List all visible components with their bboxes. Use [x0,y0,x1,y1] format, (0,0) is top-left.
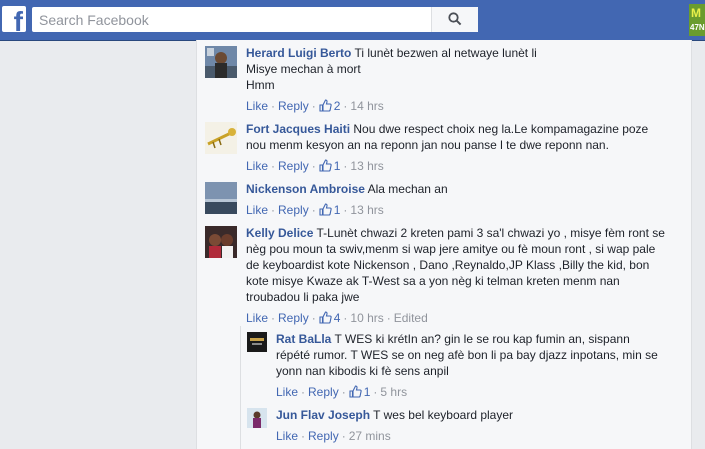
timestamp[interactable]: 13 hrs [350,159,383,173]
like-link[interactable]: Like [246,99,268,113]
thumbs-up-icon[interactable] [319,311,332,324]
comment-text: Ti lunèt bezwen al netwaye lunèt li [354,46,537,60]
timestamp[interactable]: 10 hrs [350,311,383,325]
thumbs-up-icon[interactable] [319,203,332,216]
edited-label[interactable]: Edited [394,311,428,325]
timestamp[interactable]: 5 hrs [380,385,407,399]
comment-text: T wes bel keyboard player [373,408,514,422]
comment-body: Rat BaLla T WES ki krétIn an? gin le se … [276,331,684,379]
like-link[interactable]: Like [246,159,268,173]
reply-link[interactable]: Reply [278,311,309,325]
comment-body: Nickenson Ambroise Ala mechan an [246,181,683,197]
comment-author[interactable]: Herard Luigi Berto [246,46,351,60]
comment-text: kote misye Kwaze ak T-West sa a yon nèg … [246,274,620,288]
avatar[interactable] [247,332,267,352]
comment-text: T WES ki krétIn an? gin le se rou kap fu… [334,332,630,346]
timestamp[interactable]: 13 hrs [350,203,383,217]
comment-author[interactable]: Nickenson Ambroise [246,182,365,196]
reply-link[interactable]: Reply [308,385,339,399]
comment-text: de keyboardist kote Nickenson , Dano ,Re… [246,258,650,272]
like-link[interactable]: Like [276,429,298,443]
comment-body: Herard Luigi Berto Ti lunèt bezwen al ne… [246,45,683,93]
avatar[interactable] [205,226,237,258]
reply-link[interactable]: Reply [278,203,309,217]
like-link[interactable]: Like [246,311,268,325]
search-input[interactable] [32,7,435,32]
comment-body: Fort Jacques Haiti Nou dwe respect choix… [246,121,683,153]
comment-text: nèg pou moun ta swiv,menm si wap jere am… [246,242,656,256]
comment-actions: Like · Reply · 4 · 10 hrs · Edited [246,311,428,325]
reply-link[interactable]: Reply [278,99,309,113]
like-link[interactable]: Like [276,385,298,399]
search-button[interactable] [431,7,478,32]
comment-actions: Like · Reply · 2 · 14 hrs [246,99,384,113]
corner-thumbnail[interactable]: M 47N [689,4,705,36]
thumbs-up-icon[interactable] [349,385,362,398]
comment-author[interactable]: Jun Flav Joseph [276,408,370,422]
comment-author[interactable]: Fort Jacques Haiti [246,122,350,136]
comment-body: Kelly Delice T-Lunèt chwazi 2 kreten pam… [246,225,683,305]
avatar[interactable] [205,122,237,154]
comment-actions: Like · Reply · 1 · 13 hrs [246,159,384,173]
avatar[interactable] [205,182,237,214]
reply-link[interactable]: Reply [308,429,339,443]
search-icon [448,12,462,26]
comment-text: Ala mechan an [367,182,448,196]
comment-body: Jun Flav Joseph T wes bel keyboard playe… [276,407,684,423]
thumbs-up-icon[interactable] [319,159,332,172]
comment-text: Hmm [246,78,275,92]
comment-actions: Like · Reply · 1 · 13 hrs [246,203,384,217]
thumbs-up-icon[interactable] [319,99,332,112]
comment-text: yonn nan kibodis ki fè sens anpil [276,364,449,378]
timestamp[interactable]: 14 hrs [350,99,383,113]
top-navigation-bar: f M 47N [0,0,705,41]
comment-text: Nou dwe respect choix neg la.Le kompamag… [353,122,649,136]
avatar[interactable] [247,408,267,428]
comment-text: Misye mechan à mort [246,62,361,76]
comment-text: nou menm kesyon an na reponn jan nou pan… [246,138,609,152]
comment-author[interactable]: Rat BaLla [276,332,331,346]
avatar[interactable] [205,46,237,78]
comments-panel: Herard Luigi Berto Ti lunèt bezwen al ne… [196,40,692,449]
like-link[interactable]: Like [246,203,268,217]
reply-link[interactable]: Reply [278,159,309,173]
comment-actions: Like · Reply · 1 · 5 hrs [276,385,408,399]
comment-text: T-Lunèt chwazi 2 kreten pami 3 sa'l chwa… [316,226,665,240]
comment-text: répété rumor. T WES se on neg afè bon li… [276,348,658,362]
replies-thread: Rat BaLla T WES ki krétIn an? gin le se … [240,326,692,449]
comment-author[interactable]: Kelly Delice [246,226,313,240]
comment-actions: Like · Reply · 27 mins [276,429,391,443]
search-box [32,7,478,32]
facebook-logo-icon[interactable]: f [2,6,26,32]
comment-text: troubadou li paka jwe [246,290,360,304]
timestamp[interactable]: 27 mins [349,429,391,443]
